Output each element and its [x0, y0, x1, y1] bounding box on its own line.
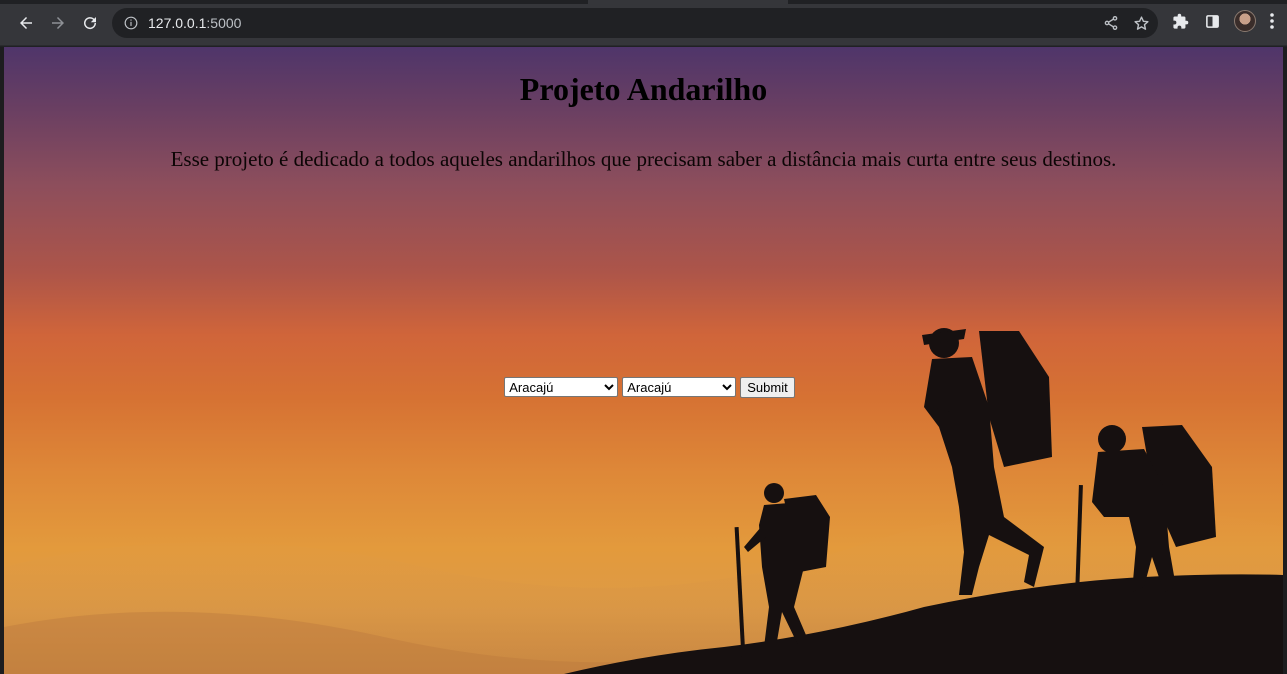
page-description: Esse projeto é dedicado a todos aqueles …: [170, 147, 1117, 171]
url-port: :5000: [206, 15, 242, 31]
profile-avatar[interactable]: [1234, 10, 1256, 32]
reload-button[interactable]: [77, 10, 103, 36]
reload-icon: [84, 17, 97, 30]
scrollbar[interactable]: [1283, 47, 1287, 674]
hikers-silhouette-background: [4, 328, 1283, 674]
side-panel-icon[interactable]: [1202, 11, 1222, 31]
route-form: Aracajú Aracajú Submit: [4, 377, 1283, 398]
destination-select[interactable]: Aracajú: [622, 377, 737, 397]
page-viewport: Projeto Andarilho Esse projeto é dedicad…: [4, 47, 1283, 674]
arrow-right-icon: [52, 17, 64, 29]
browser-toolbar: 127.0.0.1:5000: [0, 0, 1287, 46]
info-icon[interactable]: [124, 16, 138, 30]
submit-button[interactable]: Submit: [740, 377, 795, 398]
url-text[interactable]: 127.0.0.1:5000: [148, 15, 241, 31]
star-icon[interactable]: [1130, 12, 1152, 34]
share-icon[interactable]: [1100, 12, 1122, 34]
menu-dots-icon[interactable]: [1266, 11, 1278, 31]
tab-strip: [0, 0, 1287, 4]
page-title: Projeto Andarilho: [519, 71, 768, 107]
url-host: 127.0.0.1: [148, 15, 207, 31]
address-bar[interactable]: 127.0.0.1:5000: [112, 8, 1158, 38]
extensions-puzzle-icon[interactable]: [1170, 11, 1190, 31]
back-button[interactable]: [13, 10, 39, 36]
arrow-left-icon: [20, 17, 32, 29]
forward-button[interactable]: [45, 10, 71, 36]
origin-select[interactable]: Aracajú: [504, 377, 619, 397]
